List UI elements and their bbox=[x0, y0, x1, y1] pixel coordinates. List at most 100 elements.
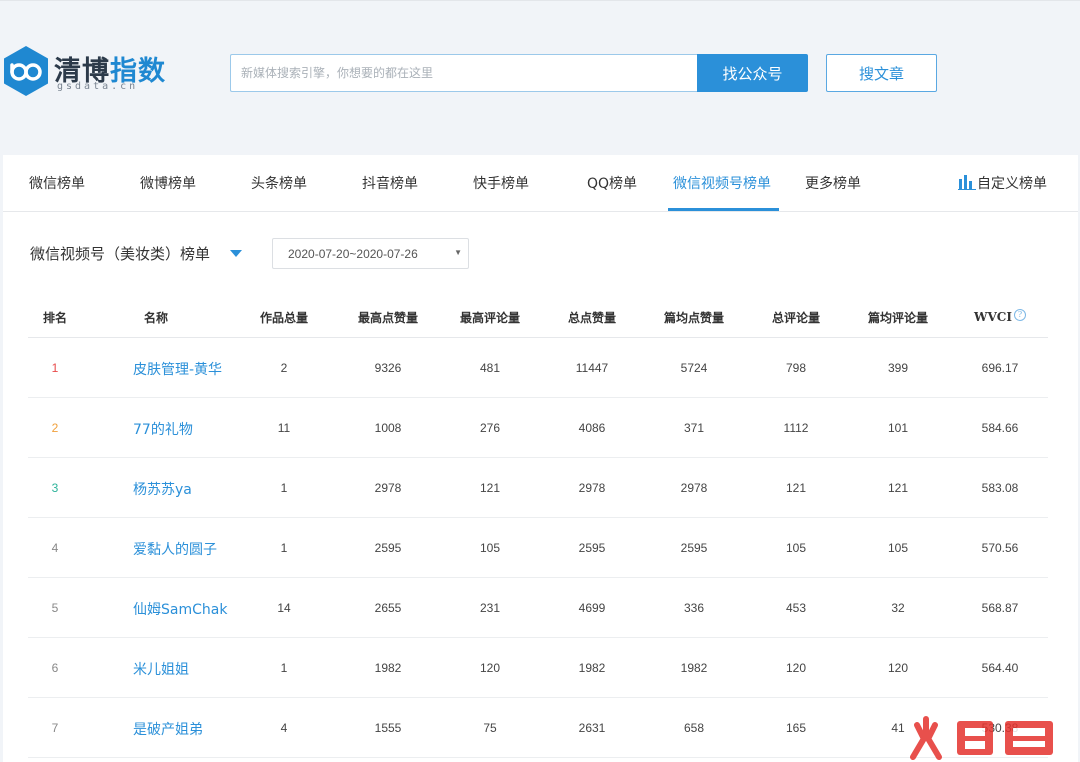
cell-works: 1 bbox=[280, 541, 288, 555]
header-name: 名称 bbox=[143, 311, 168, 325]
cell-avg-comments: 105 bbox=[887, 541, 909, 555]
table-row: 6 米儿姐姐 1 1982 120 1982 1982 120 120 564.40 bbox=[28, 638, 1048, 698]
cell-total-comments: 453 bbox=[785, 601, 807, 615]
cell-name[interactable]: 皮肤管理-黄华 bbox=[133, 359, 253, 379]
cell-avg-comments: 120 bbox=[887, 661, 909, 675]
cell-works: 2 bbox=[280, 361, 288, 375]
cell-rank: 3 bbox=[51, 481, 59, 495]
table-row: 7 是破产姐弟 4 1555 75 2631 658 165 41 530.38 bbox=[28, 698, 1048, 758]
header-wvci-label: WVCI bbox=[974, 310, 1012, 324]
cell-max-comments: 276 bbox=[479, 421, 501, 435]
search-input[interactable] bbox=[230, 54, 698, 92]
header-avg-likes: 篇均点赞量 bbox=[663, 311, 724, 325]
cell-name[interactable]: 仙姆SamChak bbox=[133, 599, 253, 619]
help-icon[interactable]: ? bbox=[1013, 309, 1026, 321]
table-body: 1 皮肤管理-黄华 2 9326 481 11447 5724 798 399 696.17 2 77… bbox=[28, 338, 1048, 758]
cell-total-comments: 120 bbox=[785, 661, 807, 675]
rank-tabs: 微信榜单 微博榜单 头条榜单 抖音榜单 快手榜单 QQ榜单 微信视频号榜单 更多… bbox=[3, 155, 1078, 212]
cell-name[interactable]: 杨苏苏ya bbox=[133, 479, 253, 499]
cell-rank: 7 bbox=[51, 721, 59, 735]
cell-wvci: 564.40 bbox=[981, 661, 1019, 675]
cell-wvci: 696.17 bbox=[981, 361, 1019, 375]
cell-max-comments: 75 bbox=[483, 721, 497, 735]
ranking-card: 微信榜单 微博榜单 头条榜单 抖音榜单 快手榜单 QQ榜单 微信视频号榜单 更多… bbox=[3, 155, 1078, 762]
cell-wvci: 583.08 bbox=[981, 481, 1019, 495]
cell-total-likes: 4086 bbox=[578, 421, 606, 435]
header-total-likes: 总点赞量 bbox=[567, 311, 616, 325]
date-range-value: 2020-07-20~2020-07-26 bbox=[288, 247, 418, 261]
cell-works: 1 bbox=[280, 481, 288, 495]
tab-qq[interactable]: QQ榜单 bbox=[587, 173, 637, 193]
cell-total-likes: 4699 bbox=[578, 601, 606, 615]
tab-more[interactable]: 更多榜单 bbox=[805, 173, 861, 193]
search-article-button[interactable]: 搜文章 bbox=[826, 54, 937, 92]
custom-rank-label: 自定义榜单 bbox=[977, 176, 1047, 192]
cell-max-likes: 1555 bbox=[374, 721, 402, 735]
header-total-comments: 总评论量 bbox=[771, 311, 820, 325]
find-account-button[interactable]: 找公众号 bbox=[697, 54, 808, 92]
tab-wechat-video[interactable]: 微信视频号榜单 bbox=[673, 173, 771, 193]
header-avg-comments: 篇均评论量 bbox=[867, 311, 928, 325]
cell-max-likes: 1982 bbox=[374, 661, 402, 675]
table-row: 1 皮肤管理-黄华 2 9326 481 11447 5724 798 399 696.17 bbox=[28, 338, 1048, 398]
cell-avg-comments: 32 bbox=[891, 601, 905, 615]
cell-total-likes: 1982 bbox=[578, 661, 606, 675]
table-row: 5 仙姆SamChak 14 2655 231 4699 336 453 32 568.87 bbox=[28, 578, 1048, 638]
cell-rank: 5 bbox=[51, 601, 59, 615]
cell-total-comments: 1112 bbox=[783, 421, 809, 435]
cell-max-comments: 120 bbox=[479, 661, 501, 675]
table-row: 2 77的礼物 11 1008 276 4086 371 1112 101 584.66 bbox=[28, 398, 1048, 458]
cell-name[interactable]: 是破产姐弟 bbox=[133, 719, 253, 739]
logo-hex-icon bbox=[4, 46, 48, 96]
cell-avg-comments: 101 bbox=[887, 421, 909, 435]
header-works: 作品总量 bbox=[259, 311, 308, 325]
cell-rank: 4 bbox=[51, 541, 59, 555]
cell-works: 1 bbox=[280, 661, 288, 675]
cell-total-comments: 165 bbox=[785, 721, 807, 735]
custom-rank-link[interactable]: 自定义榜单 bbox=[958, 173, 1047, 193]
category-dropdown-caret-icon[interactable] bbox=[230, 250, 242, 257]
cell-avg-likes: 658 bbox=[683, 721, 705, 735]
site-logo[interactable]: 清博指数 gsdata.cn bbox=[2, 45, 165, 101]
cell-avg-comments: 121 bbox=[887, 481, 909, 495]
cell-max-comments: 231 bbox=[479, 601, 501, 615]
cell-name[interactable]: 77的礼物 bbox=[133, 419, 253, 439]
tab-toutiao[interactable]: 头条榜单 bbox=[251, 173, 307, 193]
header-rank: 排名 bbox=[42, 311, 67, 325]
cell-avg-likes: 371 bbox=[683, 421, 705, 435]
cell-total-likes: 2595 bbox=[578, 541, 606, 555]
logo-subtitle: gsdata.cn bbox=[57, 81, 139, 92]
cell-total-comments: 798 bbox=[785, 361, 807, 375]
header-wvci: WVCI? bbox=[958, 309, 1042, 324]
cell-avg-likes: 1982 bbox=[680, 661, 708, 675]
section-title: 微信视频号（美妆类）榜单 bbox=[30, 245, 211, 263]
bar-chart-icon bbox=[958, 175, 976, 190]
cell-wvci: 568.87 bbox=[981, 601, 1019, 615]
date-range-select[interactable]: 2020-07-20~2020-07-26 ▼ bbox=[272, 238, 469, 269]
cell-total-comments: 105 bbox=[785, 541, 807, 555]
table-row: 3 杨苏苏ya 1 2978 121 2978 2978 121 121 583.08 bbox=[28, 458, 1048, 518]
cell-total-likes: 11447 bbox=[575, 361, 609, 375]
cell-rank: 1 bbox=[51, 361, 59, 375]
table-row: 4 爱黏人的圆子 1 2595 105 2595 2595 105 105 570.56 bbox=[28, 518, 1048, 578]
cell-name[interactable]: 米儿姐姐 bbox=[133, 659, 253, 679]
tab-douyin[interactable]: 抖音榜单 bbox=[362, 173, 418, 193]
cell-avg-likes: 2595 bbox=[680, 541, 708, 555]
ranking-table: 排名 名称 作品总量 最高点赞量 最高评论量 总点赞量 篇均点赞量 总评论量 篇… bbox=[28, 295, 1048, 758]
cell-total-likes: 2978 bbox=[578, 481, 606, 495]
cell-name[interactable]: 爱黏人的圆子 bbox=[133, 539, 253, 559]
tab-wechat[interactable]: 微信榜单 bbox=[29, 173, 85, 193]
tab-kuaishou[interactable]: 快手榜单 bbox=[473, 173, 529, 193]
header-max-likes: 最高点赞量 bbox=[357, 311, 418, 325]
cell-max-likes: 2595 bbox=[374, 541, 402, 555]
cell-works: 11 bbox=[277, 421, 291, 435]
tab-weibo[interactable]: 微博榜单 bbox=[140, 173, 196, 193]
cell-total-likes: 2631 bbox=[578, 721, 606, 735]
cell-max-likes: 1008 bbox=[374, 421, 402, 435]
cell-rank: 2 bbox=[51, 421, 59, 435]
header: 清博指数 gsdata.cn 找公众号 搜文章 bbox=[0, 0, 1080, 140]
cell-max-comments: 105 bbox=[479, 541, 501, 555]
cell-rank: 6 bbox=[51, 661, 59, 675]
select-arrow-icon: ▼ bbox=[454, 248, 462, 257]
header-max-comments: 最高评论量 bbox=[459, 311, 520, 325]
